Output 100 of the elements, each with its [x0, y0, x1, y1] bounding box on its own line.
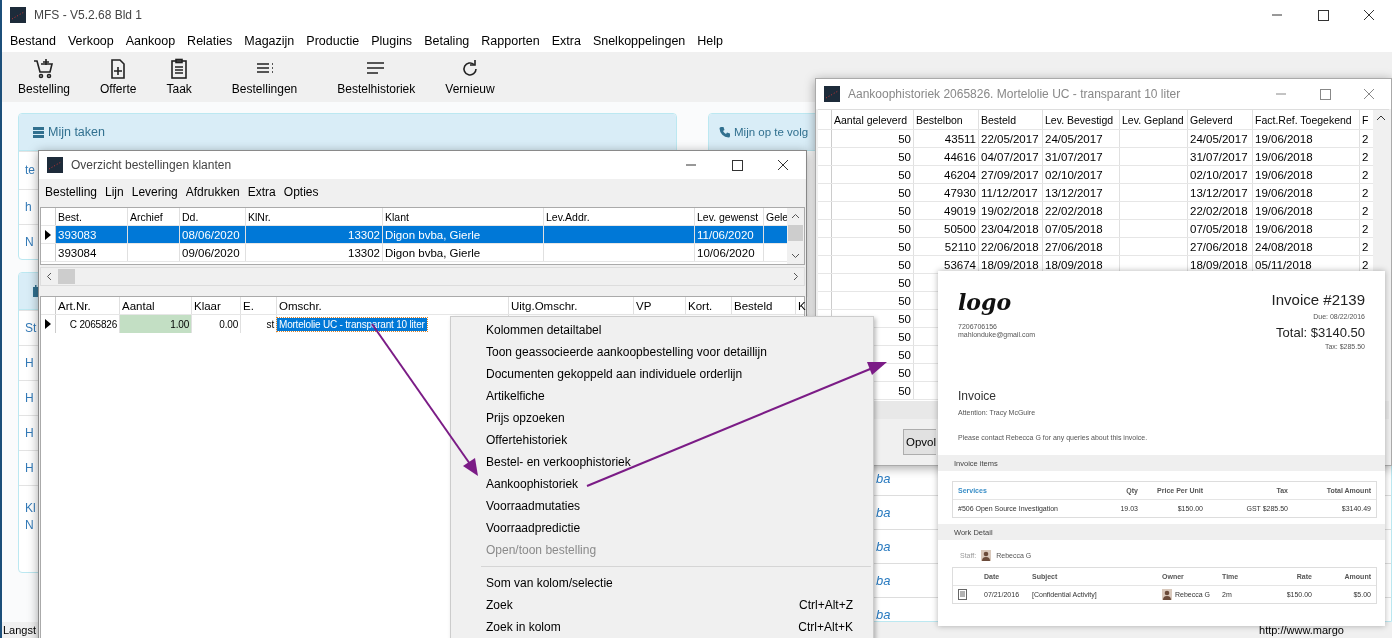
- menu-item[interactable]: Bestelling: [41, 185, 102, 199]
- customer-link[interactable]: ba: [876, 539, 891, 554]
- table-cell: 47930: [944, 186, 976, 199]
- column-header[interactable]: Lev.Addr.: [544, 208, 695, 225]
- table-cell: 2: [1362, 150, 1369, 163]
- menu-item[interactable]: Opties: [279, 185, 323, 199]
- column-header[interactable]: KlNr.: [246, 208, 383, 225]
- menu-item[interactable]: Voorraadmutaties: [451, 495, 873, 517]
- menu-item[interactable]: Voorraadpredictie: [451, 517, 873, 539]
- column-header[interactable]: Best.: [56, 208, 128, 225]
- menu-item[interactable]: Help: [691, 34, 730, 48]
- customer-link[interactable]: ba: [876, 607, 891, 621]
- column-header[interactable]: Dd.: [180, 208, 246, 225]
- task-link[interactable]: H: [25, 424, 34, 442]
- table-cell: 52110: [944, 240, 976, 253]
- task-link[interactable]: H: [25, 459, 34, 477]
- column-header[interactable]: Besteld: [732, 297, 796, 314]
- column-header[interactable]: Bestelbon: [914, 110, 979, 129]
- follow-up-button[interactable]: Opvol: [903, 429, 937, 455]
- menu-item[interactable]: Productie: [300, 34, 366, 48]
- column-header[interactable]: Klaar: [192, 297, 241, 314]
- scrollbar-thumb[interactable]: [788, 225, 803, 241]
- task-link[interactable]: H: [25, 389, 34, 407]
- menu-item[interactable]: Som van kolom/selectie: [451, 572, 873, 594]
- toolbar-button[interactable]: Taak: [158, 56, 200, 98]
- toolbar-button[interactable]: Offerte: [92, 56, 145, 98]
- scrollbar-thumb[interactable]: [58, 269, 75, 284]
- table-cell: 02/10/2017: [1190, 168, 1248, 181]
- column-header[interactable]: Fact.Ref. Toegekend: [1253, 110, 1360, 129]
- task-link[interactable]: h: [25, 198, 32, 216]
- table-cell: 24/05/2017: [1045, 132, 1103, 145]
- menu-item[interactable]: Magazijn: [238, 34, 301, 48]
- menu-item[interactable]: Prijs opzoeken: [451, 407, 873, 429]
- menu-item[interactable]: Bestel- en verkoophistoriek: [451, 451, 873, 473]
- column-header[interactable]: Kort.: [686, 297, 732, 314]
- customer-link[interactable]: ba: [876, 505, 891, 520]
- column-header[interactable]: Aantal: [120, 297, 192, 314]
- panel-title: Mijn op te volg: [734, 126, 809, 138]
- menu-item[interactable]: Afdrukken: [181, 185, 244, 199]
- menu-item[interactable]: Lijn: [101, 185, 128, 199]
- menu-item[interactable]: Toon geassocieerde aankoopbestelling voor detaillijn: [451, 341, 873, 363]
- toolbar-button[interactable]: Bestellingen: [223, 56, 306, 98]
- column-header[interactable]: Lev. gewenst: [695, 208, 764, 225]
- task-link[interactable]: St: [25, 319, 37, 337]
- menu-item[interactable]: Relaties: [181, 34, 239, 48]
- menu-item[interactable]: Documenten gekoppeld aan individuele orderlijn: [451, 363, 873, 385]
- menu-item[interactable]: Bestand: [4, 34, 62, 48]
- table-cell: 18/09/2018: [981, 258, 1039, 271]
- column-header[interactable]: Aantal geleverd: [832, 110, 914, 129]
- table-cell: 19/06/2018: [1255, 186, 1313, 199]
- table-cell: 10/06/2020: [697, 246, 755, 259]
- customer-link[interactable]: ba: [876, 471, 891, 486]
- column-header[interactable]: VP: [634, 297, 686, 314]
- window-title: Aankoophistoriek 2065826. Mortelolie UC - transparant 10 liter: [848, 87, 1181, 101]
- column-header[interactable]: Geleverd: [1188, 110, 1253, 129]
- column-header[interactable]: K: [796, 297, 808, 314]
- menu-item[interactable]: Plugins: [365, 34, 419, 48]
- app-icon: [10, 7, 26, 23]
- task-link[interactable]: te: [25, 162, 35, 179]
- column-header[interactable]: Klant: [383, 208, 544, 225]
- menu-item[interactable]: Snelkoppelingen: [586, 34, 692, 48]
- table-cell: 08/06/2020: [182, 228, 240, 241]
- task-link[interactable]: Kl N: [25, 500, 36, 534]
- table-cell: 50: [898, 168, 911, 181]
- column-header[interactable]: Besteld: [979, 110, 1043, 129]
- customer-link[interactable]: ba: [876, 573, 891, 588]
- task-link[interactable]: N: [25, 233, 34, 251]
- column-header[interactable]: Lev. Gepland: [1120, 110, 1188, 129]
- toolbar-button[interactable]: Bestelhistoriek: [329, 56, 424, 98]
- menu-item[interactable]: Zoek Ctrl+Alt+Z: [451, 594, 873, 616]
- menu-item[interactable]: Rapporten: [475, 34, 546, 48]
- toolbar-button[interactable]: Vernieuw: [437, 56, 503, 98]
- vertical-scrollbar[interactable]: [787, 208, 804, 264]
- column-header[interactable]: Omschr.: [277, 297, 509, 314]
- column-header[interactable]: Archief: [128, 208, 180, 225]
- status-url: http://www.margo: [1259, 624, 1344, 636]
- column-header[interactable]: Art.Nr.: [56, 297, 120, 314]
- panel-title: Mijn taken: [48, 125, 105, 139]
- column-header[interactable]: Uitg.Omschr.: [509, 297, 634, 314]
- menu-item[interactable]: Aankoophistoriek: [451, 473, 873, 495]
- task-link[interactable]: H: [25, 354, 34, 372]
- column-header[interactable]: E.: [241, 297, 277, 314]
- menu-item[interactable]: Levering: [127, 185, 182, 199]
- menu-item[interactable]: Zoek in kolom Ctrl+Alt+K: [451, 616, 873, 638]
- table-cell: 04/07/2017: [981, 150, 1039, 163]
- invoice-title: Invoice: [957, 388, 998, 405]
- menu-item[interactable]: Extra: [545, 34, 587, 48]
- menu-item[interactable]: Offertehistoriek: [451, 429, 873, 451]
- table-cell: 50: [898, 240, 911, 253]
- toolbar-button[interactable]: Bestelling: [10, 56, 79, 98]
- menu-item[interactable]: Verkoop: [61, 34, 120, 48]
- menu-item[interactable]: Kolommen detailtabel: [451, 319, 873, 341]
- menu-item[interactable]: Aankoop: [119, 34, 182, 48]
- horizontal-scrollbar[interactable]: [40, 267, 805, 286]
- table-cell: 19/06/2018: [1255, 222, 1313, 235]
- column-header[interactable]: Lev. Bevestigd: [1043, 110, 1120, 129]
- menu-item[interactable]: Betaling: [418, 34, 476, 48]
- menu-item[interactable]: Extra: [243, 185, 280, 199]
- server-icon: [33, 126, 44, 138]
- menu-item[interactable]: Artikelfiche: [451, 385, 873, 407]
